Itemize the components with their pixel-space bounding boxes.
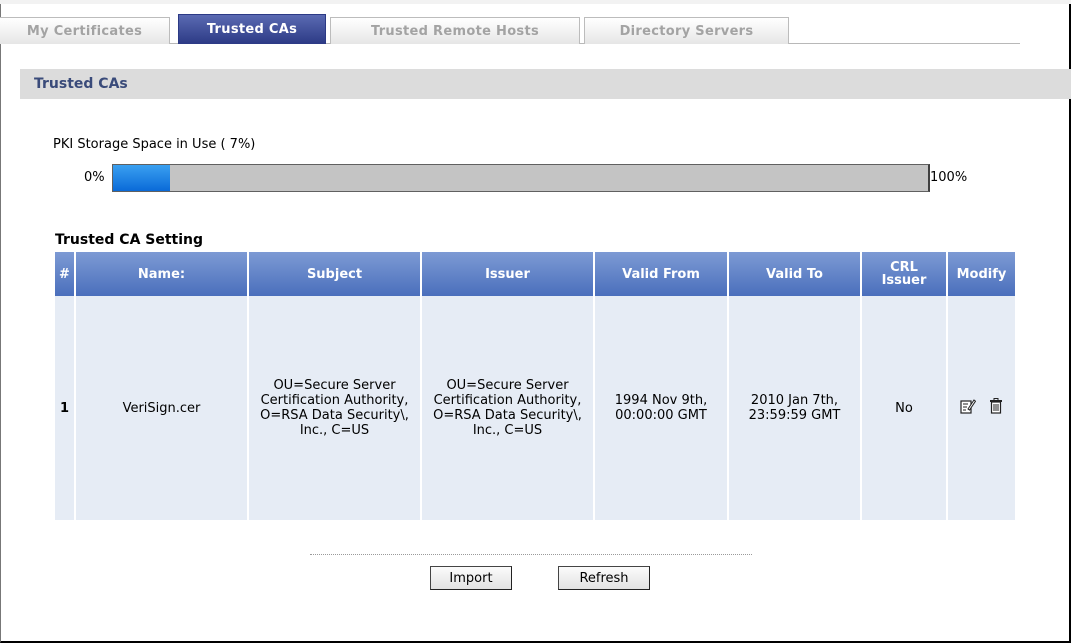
cell-crl-issuer: No xyxy=(861,296,948,520)
storage-progress-bar xyxy=(112,164,930,192)
cell-subject: OU=Secure Server Certification Authority… xyxy=(248,296,422,520)
storage-progress-fill xyxy=(113,165,171,191)
col-header-modify: Modify xyxy=(947,252,1015,296)
tab-bar: My Certificates Trusted CAs Trusted Remo… xyxy=(0,14,1020,44)
table-header-row: # Name: Subject Issuer Valid From Valid … xyxy=(55,252,1015,296)
cell-valid-to: 2010 Jan 7th, 23:59:59 GMT xyxy=(728,296,862,520)
import-button[interactable]: Import xyxy=(430,566,512,590)
col-header-valid-from: Valid From xyxy=(594,252,729,296)
col-header-subject: Subject xyxy=(248,252,422,296)
cell-modify xyxy=(947,296,1015,520)
col-header-name: Name: xyxy=(75,252,249,296)
tab-my-certificates[interactable]: My Certificates xyxy=(0,17,170,44)
col-header-crl-issuer: CRL Issuer xyxy=(861,252,948,296)
progress-end-label: 100% xyxy=(930,170,968,185)
col-header-index: # xyxy=(55,252,76,296)
crl-header-line2: Issuer xyxy=(881,273,927,288)
section-header: Trusted CAs xyxy=(20,69,1071,99)
trash-icon[interactable] xyxy=(989,398,1003,418)
cell-name: VeriSign.cer xyxy=(75,296,249,520)
col-header-valid-to: Valid To xyxy=(728,252,862,296)
tab-directory-servers[interactable]: Directory Servers xyxy=(584,17,789,44)
top-strip xyxy=(0,0,1071,4)
table-row: 1 VeriSign.cer OU=Secure Server Certific… xyxy=(55,296,1015,520)
cell-valid-from: 1994 Nov 9th, 00:00:00 GMT xyxy=(594,296,729,520)
progress-start-label: 0% xyxy=(84,170,105,185)
section-title: Trusted CAs xyxy=(34,76,128,92)
edit-icon[interactable] xyxy=(960,398,977,418)
trusted-ca-table: # Name: Subject Issuer Valid From Valid … xyxy=(55,252,1015,520)
button-divider xyxy=(310,554,752,555)
cell-issuer: OU=Secure Server Certification Authority… xyxy=(421,296,595,520)
tab-trusted-remote-hosts[interactable]: Trusted Remote Hosts xyxy=(330,17,580,44)
cell-index: 1 xyxy=(55,296,76,520)
storage-usage-label: PKI Storage Space in Use ( 7%) xyxy=(53,137,256,152)
col-header-issuer: Issuer xyxy=(421,252,595,296)
table-title: Trusted CA Setting xyxy=(55,232,204,248)
refresh-button[interactable]: Refresh xyxy=(558,566,650,590)
tab-trusted-cas[interactable]: Trusted CAs xyxy=(178,14,326,44)
